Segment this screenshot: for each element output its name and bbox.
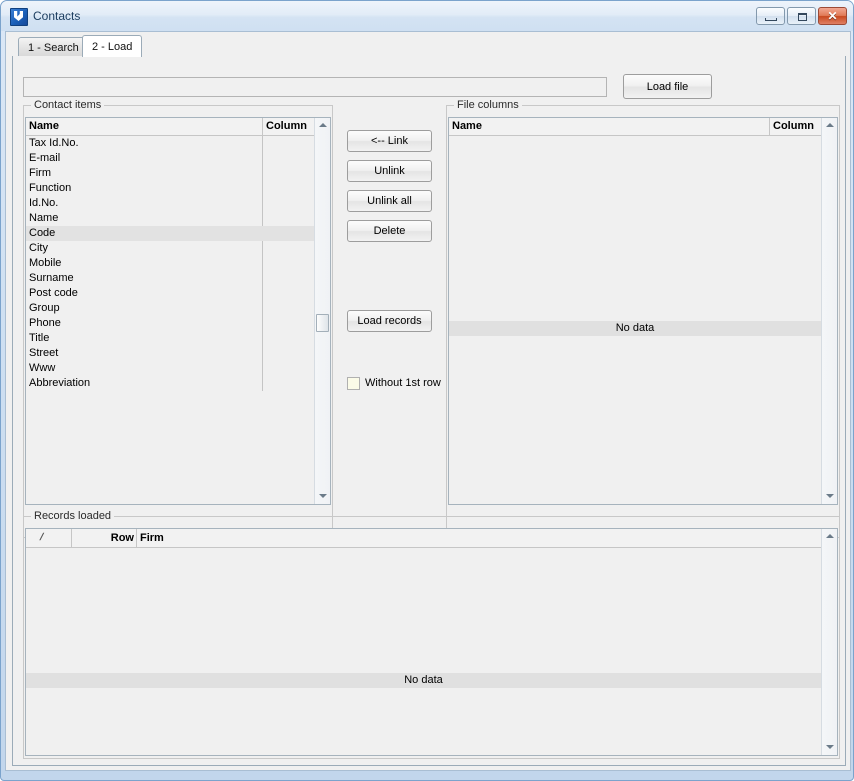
minimize-icon (765, 18, 777, 21)
contact-item-name: Post code (29, 287, 78, 299)
title-bar: Contacts ✕ (1, 1, 853, 31)
unlink-button[interactable]: Unlink (347, 160, 432, 182)
contact-items-rows: Tax Id.No. E-mail Firm Function Id.No. Name Co… (26, 136, 314, 391)
file-columns-list[interactable]: Name Column No data (448, 117, 838, 505)
contact-item-row[interactable]: Post code (26, 286, 314, 301)
contact-item-row[interactable]: Group (26, 301, 314, 316)
contact-item-name: Www (29, 362, 56, 374)
sort-indicator-icon: / (38, 532, 45, 543)
contact-item-name: Phone (29, 317, 61, 329)
client-area: 1 - Search 2 - Load Load file Contact it… (5, 31, 851, 771)
contact-item-row[interactable]: Tax Id.No. (26, 136, 314, 151)
application-window: Contacts ✕ 1 - Search 2 - Load Load file… (0, 0, 854, 781)
records-loaded-header: / Row Firm (26, 529, 821, 548)
without-first-row-checkbox[interactable]: Without 1st row (347, 375, 446, 391)
contact-item-name: Id.No. (29, 197, 59, 209)
contact-item-name: E-mail (29, 152, 61, 164)
file-columns-no-data: No data (449, 321, 821, 336)
contact-item-row[interactable]: Phone (26, 316, 314, 331)
unlink-all-button[interactable]: Unlink all (347, 190, 432, 212)
load-file-button[interactable]: Load file (623, 74, 712, 99)
contact-item-row[interactable]: City (26, 241, 314, 256)
contact-item-row[interactable]: Surname (26, 271, 314, 286)
maximize-button[interactable] (787, 7, 816, 25)
load-records-button[interactable]: Load records (347, 310, 432, 332)
contact-item-name: Tax Id.No. (29, 137, 79, 149)
contact-item-row[interactable]: Mobile (26, 256, 314, 271)
contact-item-name: Title (29, 332, 50, 344)
contact-item-row[interactable]: Abbreviation (26, 376, 314, 391)
window-bottom-edge (5, 771, 851, 778)
scroll-up-icon[interactable] (822, 118, 837, 133)
contact-item-name: Function (29, 182, 72, 194)
scroll-down-icon[interactable] (822, 489, 837, 504)
contact-item-name: Firm (29, 167, 51, 179)
records-loaded-caption: Records loaded (31, 510, 115, 522)
close-icon: ✕ (827, 9, 838, 23)
minimize-button[interactable] (756, 7, 785, 25)
contact-item-row[interactable]: E-mail (26, 151, 314, 166)
contact-item-name: Abbreviation (29, 377, 91, 389)
close-button[interactable]: ✕ (818, 7, 847, 25)
contact-items-header-name[interactable]: Name (26, 118, 262, 135)
file-columns-header: Name Column (449, 118, 821, 136)
contact-item-name: Name (29, 212, 59, 224)
scroll-up-icon[interactable] (315, 118, 330, 133)
scroll-thumb[interactable] (316, 314, 329, 332)
window-title: Contacts (33, 9, 81, 23)
contact-item-row[interactable]: Street (26, 346, 314, 361)
contact-items-list[interactable]: Name Column Tax Id.No. E-mail Firm Function… (25, 117, 331, 505)
records-loaded-header-row[interactable]: Row (72, 529, 135, 547)
link-button[interactable]: <-- Link (347, 130, 432, 152)
contact-item-row[interactable]: Title (26, 331, 314, 346)
contact-items-scrollbar[interactable] (314, 118, 330, 504)
records-loaded-grid[interactable]: / Row Firm No data (25, 528, 838, 756)
contact-item-name: Surname (29, 272, 74, 284)
contact-item-row[interactable]: Name (26, 211, 314, 226)
tab-1-search[interactable]: 1 - Search (18, 37, 89, 57)
contact-items-header-column[interactable]: Column (263, 118, 314, 135)
contact-item-name: Street (29, 347, 59, 359)
contact-item-name: City (29, 242, 48, 254)
records-loaded-header-firm[interactable]: Firm (137, 529, 437, 547)
scroll-down-icon[interactable] (315, 489, 330, 504)
records-loaded-scrollbar[interactable] (821, 529, 837, 755)
contact-items-header: Name Column (26, 118, 314, 136)
file-columns-scrollbar[interactable] (821, 118, 837, 504)
file-columns-header-name[interactable]: Name (449, 118, 769, 135)
file-columns-header-column[interactable]: Column (770, 118, 821, 135)
contact-item-name: Group (29, 302, 60, 314)
contact-item-row[interactable]: Code (26, 226, 314, 241)
contact-item-name: Code (29, 227, 56, 239)
file-columns-caption: File columns (454, 99, 522, 111)
contact-item-row[interactable]: Www (26, 361, 314, 376)
contact-item-row[interactable]: Id.No. (26, 196, 314, 211)
without-first-row-label: Without 1st row (365, 377, 441, 389)
contact-item-row[interactable]: Function (26, 181, 314, 196)
scroll-down-icon[interactable] (822, 740, 837, 755)
tab-strip: 1 - Search 2 - Load (12, 35, 846, 57)
scroll-up-icon[interactable] (822, 529, 837, 544)
maximize-icon (798, 13, 807, 21)
contact-item-name: Mobile (29, 257, 62, 269)
tab-2-load[interactable]: 2 - Load (82, 35, 143, 57)
delete-button[interactable]: Delete (347, 220, 432, 242)
checkbox-box-icon[interactable] (347, 377, 360, 390)
contact-item-row[interactable]: Firm (26, 166, 314, 181)
file-path-input[interactable] (23, 77, 607, 97)
app-icon (10, 8, 28, 26)
records-loaded-no-data: No data (26, 673, 821, 688)
contact-items-caption: Contact items (31, 99, 105, 111)
